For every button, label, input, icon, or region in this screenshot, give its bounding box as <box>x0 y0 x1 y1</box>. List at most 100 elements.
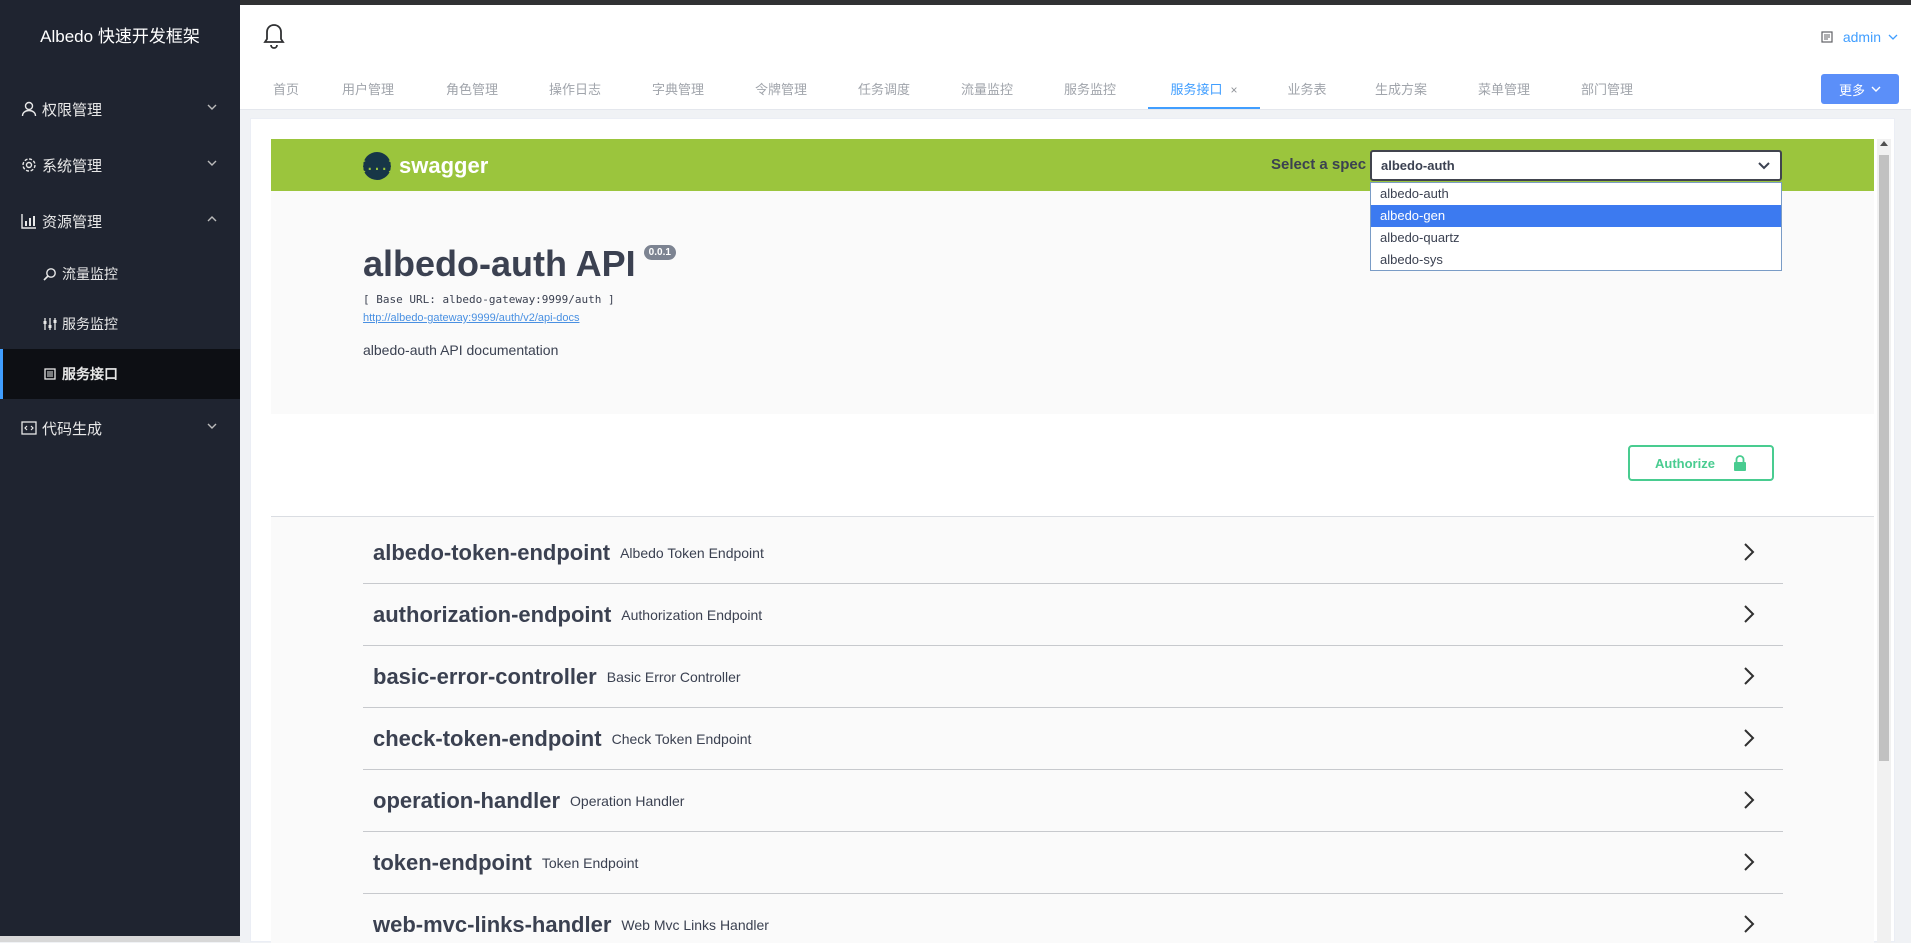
authorize-section: Authorize <box>271 414 1874 517</box>
swagger-logo-icon: {...} <box>359 152 395 180</box>
operation-tag[interactable]: web-mvc-links-handler Web Mvc Links Hand… <box>363 894 1783 943</box>
operations-list: albedo-token-endpoint Albedo Token Endpo… <box>363 522 1783 943</box>
search-icon <box>42 266 58 282</box>
tab-gen-scheme[interactable]: 生成方案 <box>1365 71 1437 109</box>
more-button[interactable]: 更多 <box>1821 74 1899 104</box>
sidebar-item-label: 权限管理 <box>42 101 103 119</box>
header: admin <box>240 5 1911 71</box>
scrollbar-thumb[interactable] <box>1879 155 1889 761</box>
spec-option[interactable]: albedo-auth <box>1371 183 1781 205</box>
sidebar-item-codegen[interactable]: 代码生成 <box>0 400 240 456</box>
main-panel: {...} swagger Select a spec albedo-auth … <box>250 118 1895 943</box>
chevron-down-icon <box>207 423 217 429</box>
spec-select[interactable]: albedo-auth <box>1370 150 1782 181</box>
spec-selected-value: albedo-auth <box>1381 158 1455 173</box>
tab-label: 菜单管理 <box>1477 82 1530 97</box>
sidebar: Albedo 快速开发框架 权限管理 系统管理 资源管理 流量监控 服务监控 服… <box>0 0 240 942</box>
tab-label: 服务接口 <box>1170 82 1223 97</box>
operation-tag[interactable]: check-token-endpoint Check Token Endpoin… <box>363 708 1783 770</box>
operation-tag[interactable]: albedo-token-endpoint Albedo Token Endpo… <box>363 522 1783 584</box>
operation-tag[interactable]: operation-handler Operation Handler <box>363 770 1783 832</box>
tab-logs[interactable]: 操作日志 <box>539 71 611 109</box>
swagger-logo[interactable]: {...} swagger <box>359 152 489 180</box>
chevron-down-icon <box>207 104 217 110</box>
swagger-logo-text: swagger <box>399 153 489 178</box>
sidebar-item-label: 服务接口 <box>62 366 118 382</box>
bell-icon[interactable] <box>262 23 286 49</box>
authorize-button[interactable]: Authorize <box>1628 445 1774 481</box>
sidebar-scrollbar[interactable] <box>0 936 240 942</box>
operation-name: check-token-endpoint <box>373 725 602 751</box>
tab-users[interactable]: 用户管理 <box>332 71 404 109</box>
operation-desc: Check Token Endpoint <box>611 730 752 747</box>
sidebar-item-system[interactable]: 系统管理 <box>0 137 240 193</box>
tab-home[interactable]: 首页 <box>264 71 308 109</box>
tab-label: 首页 <box>272 82 299 97</box>
tab-depts[interactable]: 部门管理 <box>1571 71 1643 109</box>
tab-jobs[interactable]: 任务调度 <box>848 71 920 109</box>
sidebar-item-label: 资源管理 <box>42 213 103 231</box>
tab-menus[interactable]: 菜单管理 <box>1468 71 1540 109</box>
sidebar-item-label: 系统管理 <box>42 157 103 175</box>
operation-tag[interactable]: authorization-endpoint Authorization End… <box>363 584 1783 646</box>
frame-scrollbar[interactable] <box>1877 139 1891 943</box>
user-icon <box>20 100 38 118</box>
sidebar-subitem-service-api[interactable]: 服务接口 <box>0 349 240 399</box>
tab-service-api[interactable]: 服务接口 × <box>1148 71 1260 109</box>
api-info: albedo-auth API 0.0.1 [ Base URL: albedo… <box>363 243 676 358</box>
chevron-right-icon <box>1744 791 1755 809</box>
tab-label: 用户管理 <box>341 82 394 97</box>
doc-icon <box>42 366 58 382</box>
sidebar-subitem-traffic[interactable]: 流量监控 <box>0 249 240 299</box>
close-icon[interactable]: × <box>1231 83 1238 97</box>
user-menu[interactable]: admin <box>1821 29 1899 45</box>
spec-option[interactable]: albedo-quartz <box>1371 227 1781 249</box>
sidebar-item-permissions[interactable]: 权限管理 <box>0 81 240 137</box>
code-icon <box>20 419 38 437</box>
chevron-down-icon <box>1758 162 1770 170</box>
tab-tokens[interactable]: 令牌管理 <box>745 71 817 109</box>
operation-name: basic-error-controller <box>373 663 597 689</box>
chevron-down-icon <box>1888 34 1898 40</box>
tab-service-monitor[interactable]: 服务监控 <box>1054 71 1126 109</box>
operation-desc: Basic Error Controller <box>606 668 741 685</box>
operation-desc: Operation Handler <box>570 792 685 809</box>
spec-option[interactable]: albedo-sys <box>1371 249 1781 271</box>
api-docs-link[interactable]: http://albedo-gateway:9999/auth/v2/api-d… <box>363 312 676 324</box>
operation-desc: Albedo Token Endpoint <box>620 544 764 561</box>
app-title: Albedo 快速开发框架 <box>40 27 200 46</box>
sidebar-item-resources[interactable]: 资源管理 <box>0 193 240 249</box>
chevron-right-icon <box>1744 729 1755 747</box>
sidebar-item-label: 代码生成 <box>42 420 103 438</box>
tab-label: 字典管理 <box>651 82 704 97</box>
operation-name: operation-handler <box>373 787 561 813</box>
scroll-up-icon[interactable] <box>1880 141 1888 146</box>
sliders-icon <box>42 316 58 332</box>
chevron-right-icon <box>1744 853 1755 871</box>
sidebar-item-label: 服务监控 <box>62 316 118 332</box>
api-title-row: albedo-auth API 0.0.1 <box>363 243 676 285</box>
version-badge: 0.0.1 <box>643 245 676 260</box>
operation-tag[interactable]: token-endpoint Token Endpoint <box>363 832 1783 894</box>
tab-roles[interactable]: 角色管理 <box>436 71 508 109</box>
api-description: albedo-auth API documentation <box>363 342 559 358</box>
tab-dict[interactable]: 字典管理 <box>642 71 714 109</box>
lock-icon <box>1733 455 1746 471</box>
spec-option-highlighted[interactable]: albedo-gen <box>1371 205 1781 227</box>
tab-traffic[interactable]: 流量监控 <box>951 71 1023 109</box>
swagger-frame: {...} swagger Select a spec albedo-auth … <box>271 139 1874 943</box>
chevron-right-icon <box>1744 915 1755 933</box>
gear-icon <box>20 156 38 174</box>
tab-label: 生成方案 <box>1374 82 1427 97</box>
operation-desc: Web Mvc Links Handler <box>621 916 769 933</box>
tab-label: 任务调度 <box>857 82 910 97</box>
chevron-down-icon <box>1871 86 1881 92</box>
tab-label: 服务监控 <box>1063 82 1116 97</box>
tab-business-table[interactable]: 业务表 <box>1276 71 1338 109</box>
chevron-right-icon <box>1744 667 1755 685</box>
sidebar-subitem-service-monitor[interactable]: 服务监控 <box>0 299 240 349</box>
spec-label: Select a spec <box>1271 156 1367 173</box>
username: admin <box>1842 29 1881 45</box>
spec-dropdown: albedo-auth albedo-gen albedo-quartz alb… <box>1370 182 1782 271</box>
operation-tag[interactable]: basic-error-controller Basic Error Contr… <box>363 646 1783 708</box>
